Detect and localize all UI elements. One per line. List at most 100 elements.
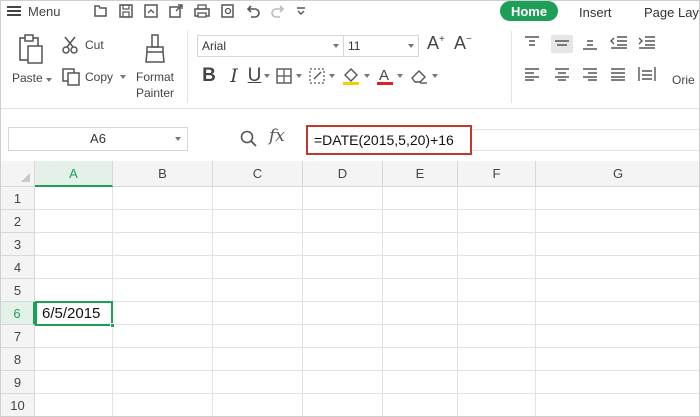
grid-row-line: [35, 393, 699, 394]
column-header-a[interactable]: A: [35, 161, 113, 187]
export-icon[interactable]: [168, 3, 184, 19]
fill-handle[interactable]: [110, 323, 115, 328]
row-header-1[interactable]: 1: [1, 187, 35, 210]
row-header-4[interactable]: 4: [1, 256, 35, 279]
format-painter-button[interactable]: Format Painter: [135, 69, 175, 101]
row-header-2[interactable]: 2: [1, 210, 35, 233]
borders-icon[interactable]: [275, 63, 302, 89]
ribbon-divider: [511, 31, 512, 103]
redo-icon[interactable]: [270, 3, 286, 19]
grow-font-icon[interactable]: A+: [427, 33, 445, 54]
bold-button[interactable]: B: [199, 63, 219, 89]
row-header-7[interactable]: 7: [1, 325, 35, 348]
fill-pattern-icon[interactable]: [308, 63, 335, 89]
save-icon[interactable]: [118, 3, 134, 19]
grid-row-line: [35, 278, 699, 279]
format-painter-label-1: Format: [135, 70, 174, 84]
svg-text:A: A: [379, 67, 389, 84]
chevron-down-icon: [175, 137, 181, 141]
menu-button[interactable]: Menu: [7, 1, 61, 21]
tab-page-layout[interactable]: Page Layo: [644, 1, 699, 23]
column-header-c[interactable]: C: [213, 161, 303, 187]
formula-bar: A6 fx =DATE(2015,5,20)+16: [1, 109, 699, 161]
fill-color-icon[interactable]: [341, 63, 370, 89]
copy-button[interactable]: Copy: [61, 67, 127, 87]
tab-home[interactable]: Home: [500, 1, 558, 21]
row-header-9[interactable]: 9: [1, 371, 35, 394]
select-all-corner[interactable]: [1, 161, 35, 187]
font-color-icon[interactable]: A: [376, 63, 403, 89]
ribbon-divider: [187, 31, 188, 103]
row-header-6[interactable]: 6: [1, 302, 35, 325]
row-header-3[interactable]: 3: [1, 233, 35, 256]
paste-button[interactable]: Paste: [12, 71, 52, 85]
formula-input-extension[interactable]: [472, 129, 699, 151]
column-header-g[interactable]: G: [536, 161, 699, 187]
font-name-value: Arial: [202, 39, 227, 53]
align-middle-icon[interactable]: [551, 35, 573, 53]
format-painter-icon[interactable]: [143, 33, 167, 65]
font-name-select[interactable]: Arial: [197, 35, 343, 57]
format-painter-label-2: Painter: [135, 86, 175, 100]
menu-label: Menu: [28, 3, 61, 19]
cut-icon: [62, 36, 78, 54]
name-box[interactable]: A6: [8, 127, 188, 151]
decrease-indent-icon[interactable]: [609, 35, 629, 49]
font-size-select[interactable]: 11: [343, 35, 419, 57]
grid-row-line: [35, 232, 699, 233]
increase-indent-icon[interactable]: [637, 35, 657, 49]
column-header-b[interactable]: B: [113, 161, 213, 187]
grid-column-line: [212, 187, 213, 416]
print-icon[interactable]: [193, 3, 211, 19]
spreadsheet-grid[interactable]: A B C D E F G 1 2 3 4 5 6 7 8 9 10 6/5/2015: [1, 161, 699, 416]
ribbon-home: Paste Cut Copy Format Painter Arial 11 A: [1, 23, 699, 109]
clear-format-icon[interactable]: [409, 63, 438, 89]
align-center-icon[interactable]: [553, 67, 571, 81]
grid-row-line: [35, 209, 699, 210]
grid-column-line: [457, 187, 458, 416]
print-preview-icon[interactable]: [220, 3, 236, 19]
font-size-value: 11: [348, 39, 361, 53]
align-right-icon[interactable]: [581, 67, 599, 81]
customize-icon[interactable]: [295, 3, 307, 19]
chevron-down-icon: [333, 44, 339, 48]
undo-icon[interactable]: [245, 3, 261, 19]
column-header-d[interactable]: D: [303, 161, 383, 187]
grid-row-line: [35, 301, 699, 302]
column-header-f[interactable]: F: [458, 161, 536, 187]
align-bottom-icon[interactable]: [581, 37, 599, 51]
row-header-10[interactable]: 10: [1, 394, 35, 416]
italic-button[interactable]: I: [225, 63, 243, 89]
copy-icon: [62, 68, 80, 86]
grid-column-line: [302, 187, 303, 416]
grid-row-line: [35, 347, 699, 348]
name-box-value: A6: [90, 131, 106, 146]
underline-button[interactable]: U: [248, 63, 271, 89]
paste-label: Paste: [12, 71, 43, 85]
font-format-row: B I U A: [199, 63, 444, 89]
column-header-e[interactable]: E: [383, 161, 458, 187]
orientation-label[interactable]: Orie: [672, 73, 695, 87]
distributed-icon[interactable]: [637, 65, 657, 83]
cut-button[interactable]: Cut: [61, 35, 104, 55]
save-as-icon[interactable]: [143, 3, 159, 19]
grid-row-line: [35, 324, 699, 325]
justify-icon[interactable]: [609, 67, 627, 81]
cut-label: Cut: [85, 38, 104, 52]
paste-icon[interactable]: [17, 33, 45, 65]
align-top-icon[interactable]: [523, 35, 541, 49]
shrink-font-icon[interactable]: A−: [454, 33, 472, 54]
active-cell-a6[interactable]: 6/5/2015: [35, 301, 113, 326]
fx-icon[interactable]: fx: [269, 126, 285, 146]
zoom-icon[interactable]: [239, 129, 259, 149]
align-left-icon[interactable]: [523, 67, 541, 81]
formula-input[interactable]: =DATE(2015,5,20)+16: [306, 125, 472, 155]
menu-icon: [7, 6, 21, 16]
chevron-down-icon: [408, 44, 414, 48]
open-icon[interactable]: [93, 3, 109, 19]
row-header-5[interactable]: 5: [1, 279, 35, 302]
tab-insert[interactable]: Insert: [579, 1, 612, 23]
row-header-8[interactable]: 8: [1, 348, 35, 371]
grid-row-line: [35, 255, 699, 256]
grid-row-line: [35, 370, 699, 371]
